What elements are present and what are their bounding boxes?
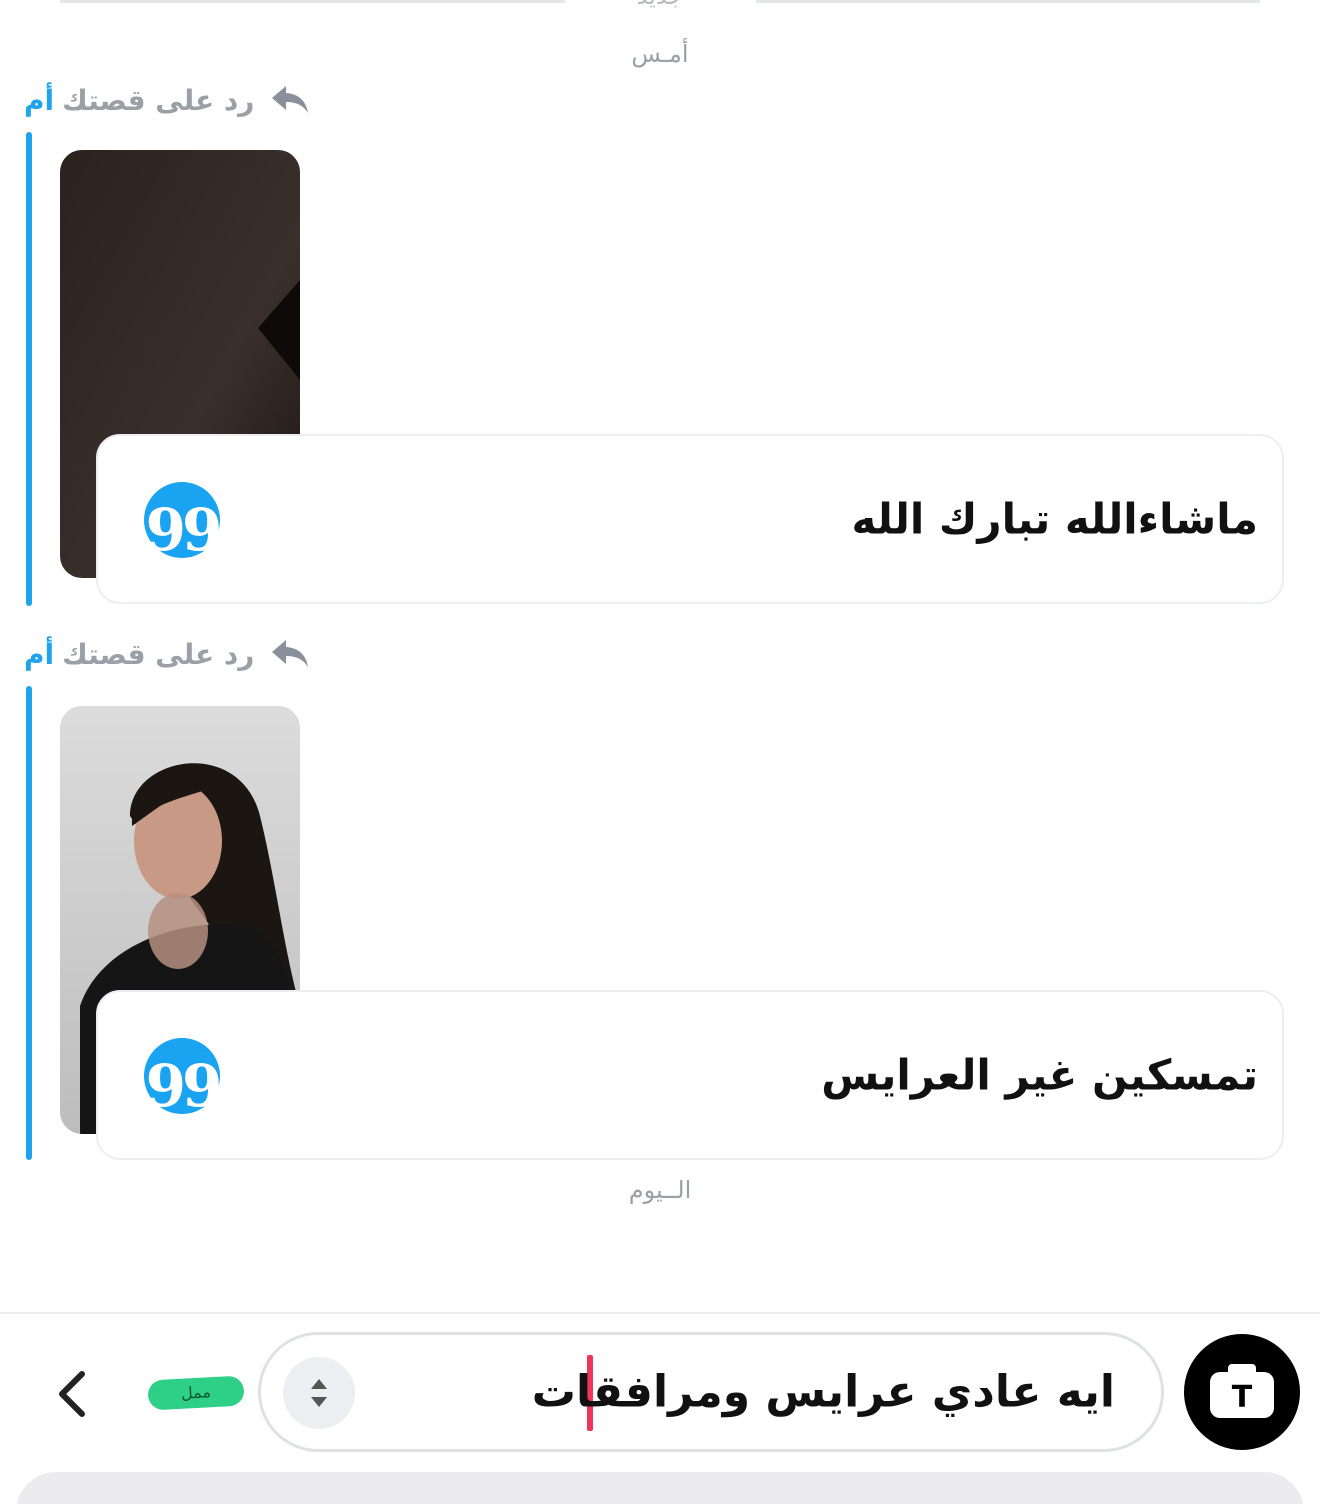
reply-sender-name[interactable]: أم: [24, 84, 54, 117]
camera-icon: T: [1210, 1364, 1274, 1418]
message-input[interactable]: ايه عادي عرايس ومرافقات: [258, 1332, 1164, 1452]
keyboard-top-edge: [16, 1472, 1304, 1504]
reply-sender-name[interactable]: أم: [24, 638, 54, 671]
message-text: تمسكين غير العرايس: [821, 1050, 1258, 1100]
quote-icon: 99: [144, 482, 222, 564]
date-divider-yesterday: أمـس: [631, 40, 689, 68]
divider-line-right: [756, 0, 1260, 3]
composer-bar: ممل ايه عادي عرايس ومرافقات T: [0, 1312, 1320, 1504]
quoted-message-card[interactable]: 99 تمسكين غير العرايس: [96, 990, 1284, 1160]
reply-arrow-icon: [272, 86, 309, 113]
reply-context-label: رد على قصتك: [62, 637, 255, 671]
thread-bar: [26, 686, 32, 1160]
new-divider-label: جديد: [560, 0, 760, 10]
story-reply-header: أم رد على قصتك: [24, 634, 312, 674]
bitmoji-sticker-tag[interactable]: ممل: [147, 1375, 245, 1411]
quoted-message-card[interactable]: 99 ماشاءالله تبارك الله: [96, 434, 1284, 604]
chevron-left-icon[interactable]: [44, 1364, 104, 1424]
divider-line-left: [60, 0, 565, 3]
date-divider-today: الــيوم: [628, 1176, 692, 1204]
quote-icon: 99: [144, 1038, 222, 1120]
svg-text:T: T: [1232, 1380, 1253, 1415]
thread-bar: [26, 132, 32, 606]
story-reply-header: أم رد على قصتك: [24, 80, 312, 120]
message-input-text: ايه عادي عرايس ومرافقات: [531, 1366, 1115, 1418]
camera-button[interactable]: T: [1184, 1334, 1300, 1450]
reply-context-label: رد على قصتك: [62, 83, 255, 117]
reply-arrow-icon: [272, 640, 309, 667]
expand-stepper-icon[interactable]: [283, 1357, 355, 1429]
message-text: ماشاءالله تبارك الله: [851, 494, 1259, 544]
